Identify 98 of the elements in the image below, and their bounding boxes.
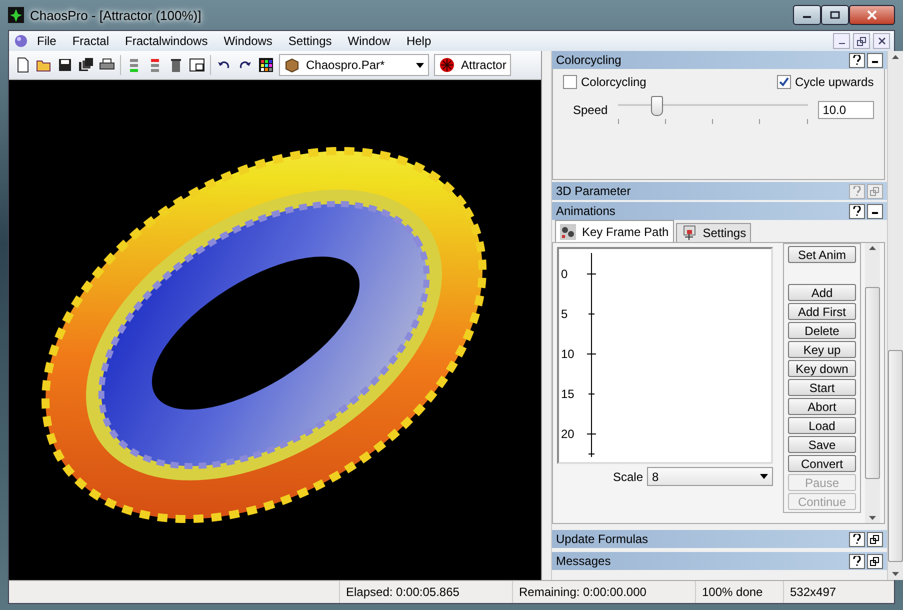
minimize-button[interactable] (793, 5, 821, 25)
action-button[interactable]: Delete (788, 322, 856, 339)
window-icon[interactable] (189, 57, 205, 73)
tab[interactable]: Key Frame Path (555, 220, 674, 242)
question-mark-icon (852, 206, 861, 216)
minimize-button[interactable] (833, 33, 850, 49)
help-button[interactable] (848, 204, 865, 218)
menu-item[interactable]: Window (340, 34, 398, 48)
question-mark-icon (852, 55, 861, 65)
action-button[interactable]: Add First (788, 303, 856, 320)
film-reel-icon (560, 224, 576, 240)
status-text: Remaining: 0:00:00.000 (512, 581, 695, 603)
status-text: 532x497 (783, 581, 876, 603)
window-title: ChaosPro - [Attractor (100%)] (30, 8, 202, 22)
action-button[interactable]: Save (788, 436, 856, 453)
restore-icon (870, 186, 880, 196)
speed-label: Speed (573, 103, 608, 117)
ruler-label: 0 (560, 266, 569, 283)
menu-item[interactable]: Settings (280, 34, 340, 48)
document-dropdown[interactable]: Chaospro.Par* (279, 54, 429, 76)
checkbox[interactable]: Cycle upwards (777, 75, 874, 89)
maximize-icon (830, 11, 840, 19)
panel-title: Update Formulas (556, 532, 650, 546)
checkbox-label: Cycle upwards (795, 75, 874, 89)
restore-button[interactable] (866, 554, 883, 568)
action-button[interactable]: Load (788, 417, 856, 434)
action-button[interactable]: Key up (788, 341, 856, 358)
restore-icon (857, 36, 866, 46)
menu-item[interactable]: Fractalwindows (117, 34, 216, 48)
action-button[interactable]: Start (788, 379, 856, 396)
ruler-label: 10 (560, 346, 576, 363)
menu-item[interactable]: Fractal (64, 34, 118, 48)
check-icon (779, 77, 789, 87)
panel-title: Colorcycling (556, 53, 622, 67)
speed-slider[interactable] (618, 95, 808, 125)
restore-icon (870, 534, 880, 544)
checkbox-label: Colorcycling (581, 75, 646, 89)
caret-icon (760, 474, 768, 479)
panel-header[interactable]: Update Formulas (552, 530, 887, 548)
scale-label: Scale (612, 470, 643, 484)
menu-item[interactable]: File (29, 34, 64, 48)
question-mark-icon (852, 556, 861, 566)
close-icon (867, 10, 877, 20)
scrollbar[interactable] (886, 51, 903, 580)
restore-icon (870, 556, 880, 566)
slider-thumb[interactable] (650, 96, 663, 116)
panel-header[interactable]: Messages (552, 552, 887, 570)
panel-title: 3D Parameter (556, 184, 632, 198)
save-icon[interactable] (57, 57, 73, 73)
scroll-down-icon[interactable] (869, 516, 876, 520)
tab[interactable]: Settings (676, 223, 752, 242)
scroll-up-icon[interactable] (892, 55, 899, 59)
emblem-icon (439, 57, 455, 73)
save-all-icon[interactable] (78, 57, 94, 73)
help-button[interactable] (848, 554, 865, 568)
caret-icon (416, 62, 424, 68)
status-text: 100% done (695, 581, 783, 603)
restore-button[interactable] (866, 532, 883, 546)
trash-icon[interactable] (168, 57, 184, 73)
help-button[interactable] (848, 52, 865, 68)
ruler-label: 20 (560, 426, 576, 443)
question-mark-icon (852, 186, 861, 196)
scrollbar[interactable] (865, 243, 880, 523)
question-mark-icon (852, 534, 861, 544)
document-icon[interactable] (13, 33, 29, 49)
panel-title: Messages (556, 554, 612, 568)
window-dropdown[interactable]: Attractor (434, 54, 512, 76)
panel-header[interactable]: Animations (552, 202, 887, 220)
minimize-button[interactable] (866, 204, 883, 218)
checkbox[interactable]: Colorcycling (563, 75, 646, 89)
new-file-icon[interactable] (15, 57, 31, 73)
menu-item[interactable]: Windows (216, 34, 280, 48)
action-button[interactable]: Set Anim (788, 246, 856, 263)
close-button[interactable] (873, 33, 890, 49)
restore-button[interactable] (853, 33, 870, 49)
panel-header[interactable]: Colorcycling (552, 51, 887, 69)
status-text: Elapsed: 0:00:05.865 (339, 581, 512, 603)
scroll-up-icon[interactable] (869, 246, 876, 250)
app-icon (8, 7, 24, 23)
box-icon (284, 57, 300, 73)
help-button[interactable] (848, 532, 865, 546)
panel-title: Animations (556, 204, 616, 218)
speed-field[interactable]: 10.0 (818, 101, 874, 119)
action-button[interactable]: Abort (788, 398, 856, 415)
scroll-down-icon[interactable] (892, 572, 899, 576)
minimize-button[interactable] (866, 52, 883, 68)
action-button[interactable]: Key down (788, 360, 856, 377)
action-button[interactable]: Convert (788, 455, 856, 472)
scale-dropdown[interactable]: 8 (647, 467, 773, 486)
menu-item[interactable]: Help (398, 34, 440, 48)
color-grid-icon[interactable] (258, 57, 274, 73)
action-button[interactable]: Add (788, 284, 856, 301)
ruler-label: 5 (560, 306, 569, 323)
close-icon (878, 37, 886, 45)
settings-icon (680, 225, 697, 241)
maximize-button[interactable] (821, 5, 849, 25)
ruler-label: 15 (560, 386, 576, 403)
close-button[interactable] (849, 5, 895, 25)
